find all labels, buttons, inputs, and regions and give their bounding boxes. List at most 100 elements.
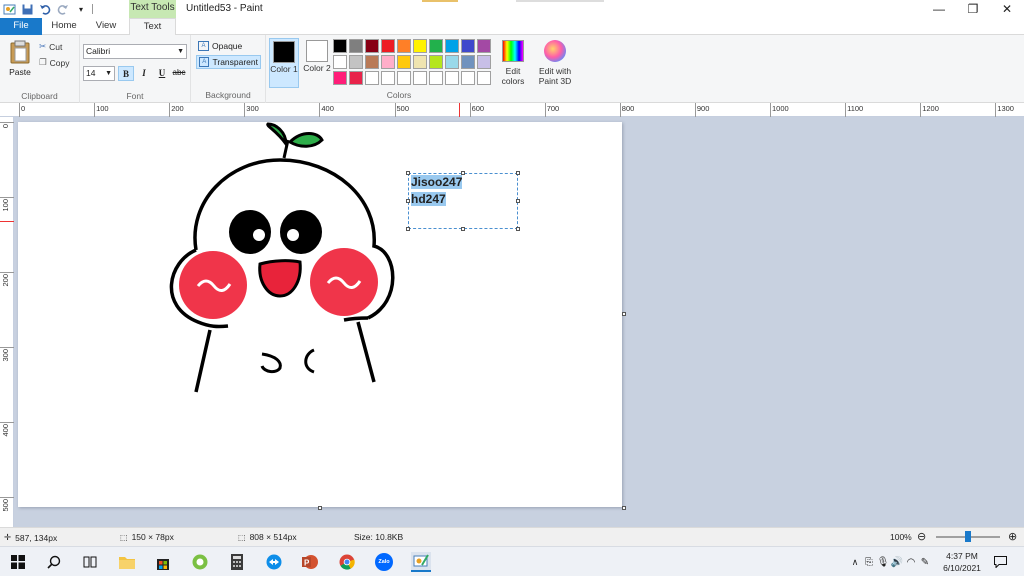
store-icon[interactable] [153,552,173,572]
calculator-icon[interactable] [227,552,247,572]
color2-swatch [306,40,328,62]
canvas-resize-handle[interactable] [622,506,626,510]
task-view-icon[interactable] [80,552,100,572]
close-icon[interactable]: ✕ [990,0,1024,18]
window-controls: — ❐ ✕ [922,0,1024,18]
palette-swatch[interactable] [365,39,379,53]
palette-swatch[interactable] [349,71,363,85]
palette-swatch[interactable] [445,71,459,85]
palette-swatch[interactable] [461,55,475,69]
restore-icon[interactable]: ❐ [956,0,990,18]
palette-swatch[interactable] [349,39,363,53]
volume-icon[interactable]: 🔊 [890,557,904,568]
resize-handle[interactable] [516,227,520,231]
palette-swatch[interactable] [461,71,475,85]
palette-swatch[interactable] [413,55,427,69]
zalo-icon[interactable]: Zalo [374,552,394,572]
palette-swatch[interactable] [413,39,427,53]
clock[interactable]: 4:37 PM 6/10/2021 [938,550,986,574]
palette-swatch[interactable] [397,55,411,69]
palette-swatch[interactable] [381,71,395,85]
palette-swatch[interactable] [429,55,443,69]
underline-button[interactable]: U [154,66,170,81]
palette-swatch[interactable] [349,55,363,69]
microphone-icon[interactable]: 🎙 [876,557,890,568]
text-line[interactable]: Jisoo247 [409,174,517,191]
network-icon[interactable]: ⎘ [862,557,876,568]
notifications-icon[interactable] [990,552,1010,572]
palette-swatch[interactable] [445,55,459,69]
palette-swatch[interactable] [333,39,347,53]
strikethrough-button[interactable]: abc [171,66,187,81]
paint-icon[interactable] [411,552,431,572]
teamviewer-icon[interactable] [264,552,284,572]
zoom-in-icon[interactable]: ⊕ [1008,530,1017,543]
zoom-out-icon[interactable]: ⊖ [917,530,926,543]
drawing-canvas[interactable]: Jisoo247 hd247 [18,122,622,507]
canvas-resize-handle[interactable] [318,506,322,510]
paint-app-icon[interactable] [2,2,16,16]
paste-button[interactable]: Paste [6,40,34,77]
palette-swatch[interactable] [429,71,443,85]
palette-swatch[interactable] [461,39,475,53]
resize-handle[interactable] [406,227,410,231]
bold-button[interactable]: B [118,66,134,81]
canvas-resize-handle[interactable] [622,312,626,316]
font-size-select[interactable]: 14 ▼ [83,66,115,81]
palette-swatch[interactable] [365,71,379,85]
palette-swatch[interactable] [477,39,491,53]
tab-home[interactable]: Home [44,18,84,35]
horizontal-ruler: 0 100 200 300 400 500 600 700 800 900 1000 1100 1200… [0,103,1024,117]
palette-swatch[interactable] [333,71,347,85]
palette-swatch[interactable] [397,39,411,53]
resize-handle[interactable] [516,199,520,203]
customize-qat-icon[interactable]: ▾ [74,2,88,16]
font-family-select[interactable]: Calibri ▼ [83,44,187,59]
italic-button[interactable]: I [136,66,152,81]
palette-swatch[interactable] [397,71,411,85]
copy-button[interactable]: ❐ Copy [39,57,69,68]
text-line[interactable]: hd247 [409,191,517,208]
palette-swatch[interactable] [445,39,459,53]
wifi-icon[interactable]: ◠ [904,557,918,568]
chrome-icon[interactable] [337,552,357,572]
chevron-up-icon[interactable]: ∧ [848,557,862,568]
minimize-icon[interactable]: — [922,0,956,18]
palette-swatch[interactable] [381,55,395,69]
tab-view[interactable]: View [86,18,126,35]
resize-handle[interactable] [406,171,410,175]
edit-colors-button[interactable]: Edit colors [498,40,528,86]
palette-swatch[interactable] [333,55,347,69]
resize-handle[interactable] [461,171,465,175]
file-explorer-icon[interactable] [117,552,137,572]
tab-text[interactable]: Text [129,18,176,36]
search-icon[interactable] [44,552,64,572]
color2-button[interactable]: Color 2 [302,38,332,88]
palette-swatch[interactable] [477,71,491,85]
cut-button[interactable]: ✂ Cut [39,41,62,52]
palette-swatch[interactable] [381,39,395,53]
palette-swatch[interactable] [477,55,491,69]
zoom-slider-thumb[interactable] [965,531,971,542]
palette-swatch[interactable] [413,71,427,85]
drawing-artwork [169,122,395,393]
coc-coc-icon[interactable] [190,552,210,572]
resize-handle[interactable] [516,171,520,175]
tab-file[interactable]: File [0,18,42,35]
language-icon[interactable]: ✎ [918,557,932,568]
palette-swatch[interactable] [429,39,443,53]
windows-start-icon[interactable] [8,552,28,572]
resize-handle[interactable] [461,227,465,231]
transparent-button[interactable]: A Transparent [196,55,261,69]
undo-icon[interactable] [38,2,52,16]
color1-button[interactable]: Color 1 [269,38,299,88]
palette-swatch[interactable] [365,55,379,69]
edit-paint3d-button[interactable]: Edit with Paint 3D [535,40,575,86]
powerpoint-icon[interactable]: P [300,552,320,572]
selection-icon: ⬚ [120,532,128,542]
text-selection-box[interactable]: Jisoo247 hd247 [406,171,520,231]
opaque-button[interactable]: A Opaque [196,39,244,53]
redo-icon[interactable] [56,2,70,16]
save-icon[interactable] [20,2,34,16]
resize-handle[interactable] [406,199,410,203]
